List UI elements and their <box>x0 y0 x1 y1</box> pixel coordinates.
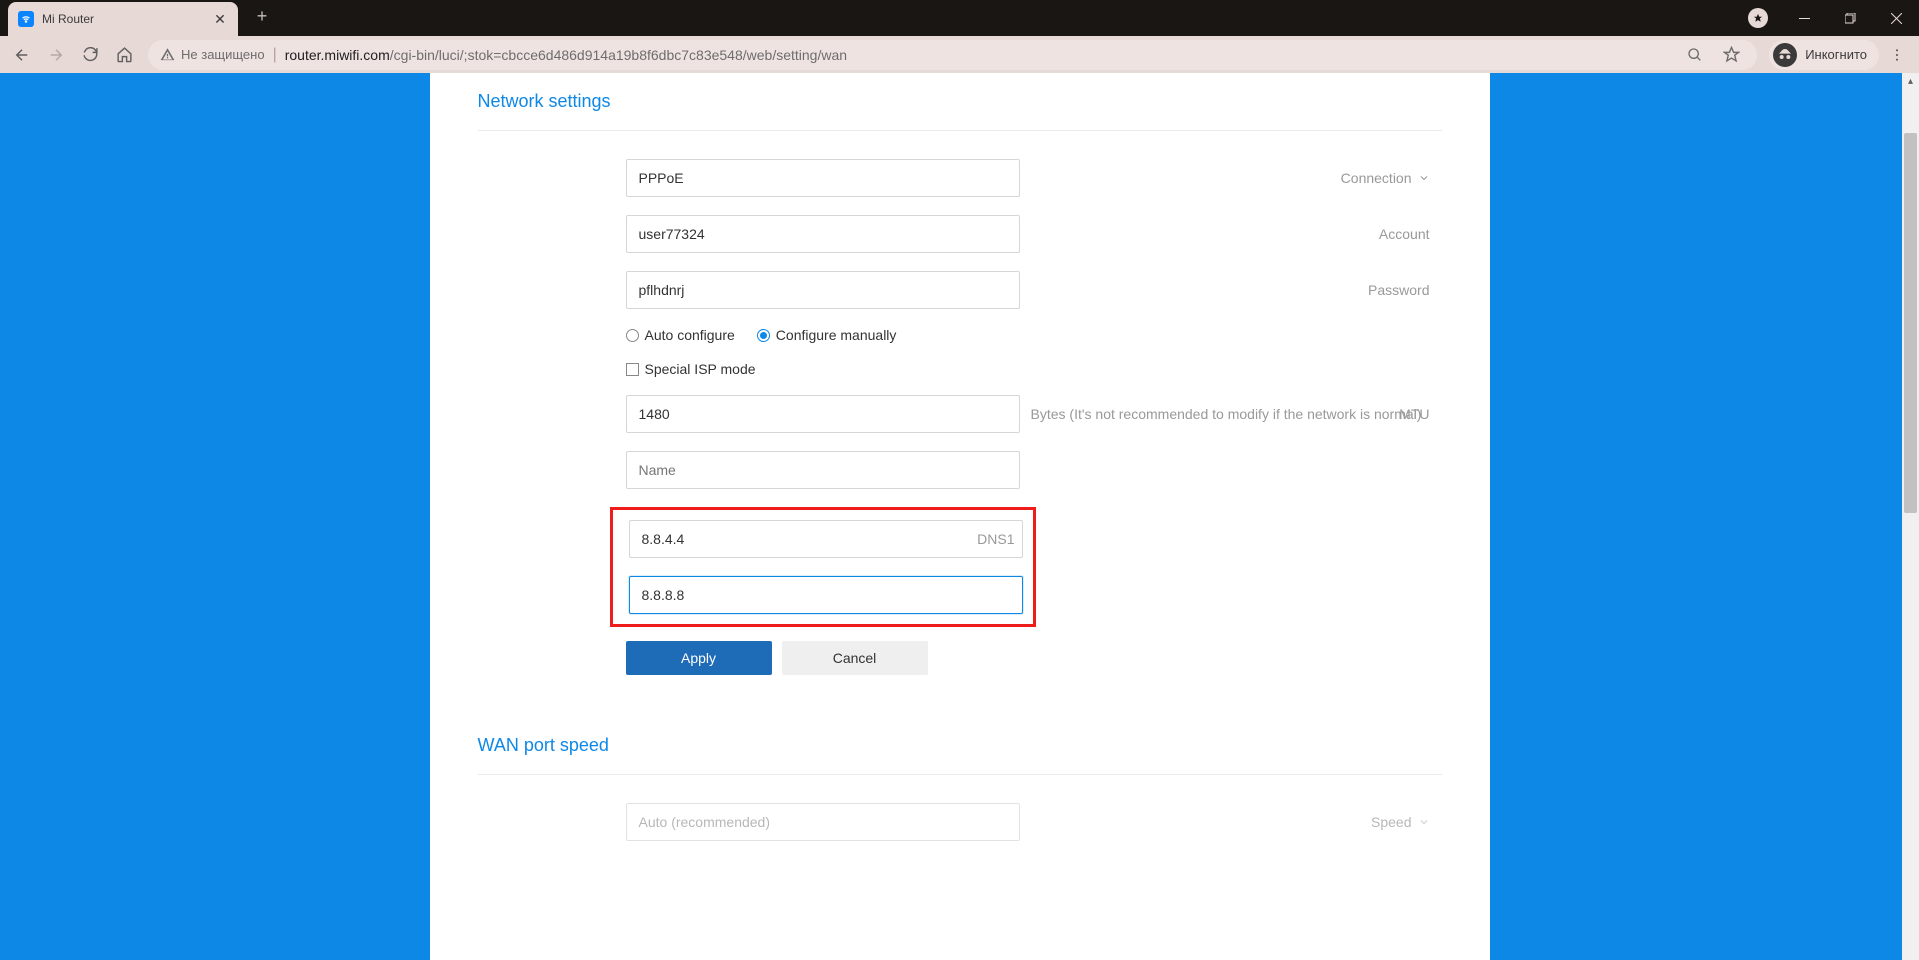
page-content: Network settings PPPoE Connection Accoun… <box>430 73 1490 960</box>
scrollbar-thumb[interactable] <box>1904 133 1917 513</box>
profile-button[interactable]: Инкогнито <box>1769 40 1879 70</box>
scroll-up-icon[interactable]: ▴ <box>1902 73 1919 90</box>
mtu-hint: Bytes (It's not recommended to modify if… <box>1031 395 1422 433</box>
dns-highlight-box: DNS1 <box>610 507 1036 627</box>
zoom-icon[interactable] <box>1681 41 1709 69</box>
browser-tab[interactable]: Mi Router ✕ <box>8 2 238 36</box>
dns2-input[interactable] <box>629 576 1023 614</box>
password-input[interactable] <box>626 271 1020 309</box>
connection-select[interactable]: PPPoE <box>626 159 1020 197</box>
name-input[interactable] <box>626 451 1020 489</box>
close-window-icon[interactable] <box>1873 0 1919 36</box>
section-title-network: Network settings <box>478 91 1442 131</box>
back-button[interactable] <box>6 39 38 71</box>
wan-speed-suffix: Speed <box>1371 803 1429 841</box>
page-viewport: Network settings PPPoE Connection Accoun… <box>0 73 1919 960</box>
mtu-input[interactable] <box>626 395 1020 433</box>
browser-toolbar: Не защищено | router.miwifi.com/cgi-bin/… <box>0 36 1919 73</box>
scrollbar[interactable]: ▴ <box>1902 73 1919 960</box>
new-tab-button[interactable]: + <box>248 2 276 30</box>
wifi-icon <box>18 11 34 27</box>
warning-icon <box>160 47 175 62</box>
radio-icon <box>757 329 770 342</box>
account-suffix: Account <box>1379 215 1430 253</box>
browser-titlebar: Mi Router ✕ + <box>0 0 1919 36</box>
maximize-icon[interactable] <box>1827 0 1873 36</box>
tab-title: Mi Router <box>42 12 212 26</box>
security-warning[interactable]: Не защищено <box>160 47 265 62</box>
checkbox-special-isp[interactable]: Special ISP mode <box>626 361 756 377</box>
apply-button[interactable]: Apply <box>626 641 772 675</box>
incognito-icon <box>1773 43 1797 67</box>
checkbox-icon <box>626 363 639 376</box>
account-input[interactable] <box>626 215 1020 253</box>
radio-auto-configure[interactable]: Auto configure <box>626 327 735 343</box>
account-icon[interactable] <box>1735 0 1781 36</box>
cancel-button[interactable]: Cancel <box>782 641 928 675</box>
address-bar[interactable]: Не защищено | router.miwifi.com/cgi-bin/… <box>148 40 1757 70</box>
password-suffix: Password <box>1368 271 1429 309</box>
section-title-wan-speed: WAN port speed <box>478 735 1442 775</box>
bookmark-icon[interactable] <box>1717 41 1745 69</box>
radio-configure-manually[interactable]: Configure manually <box>757 327 897 343</box>
reload-button[interactable] <box>74 39 106 71</box>
menu-button[interactable] <box>1881 39 1913 71</box>
home-button[interactable] <box>108 39 140 71</box>
dns1-input[interactable] <box>629 520 1023 558</box>
close-icon[interactable]: ✕ <box>212 11 228 27</box>
radio-icon <box>626 329 639 342</box>
chevron-down-icon <box>1418 816 1430 828</box>
minimize-icon[interactable] <box>1781 0 1827 36</box>
connection-suffix: Connection <box>1341 159 1430 197</box>
forward-button[interactable] <box>40 39 72 71</box>
wan-speed-select[interactable]: Auto (recommended) <box>626 803 1020 841</box>
chevron-down-icon <box>1418 172 1430 184</box>
url-text: router.miwifi.com/cgi-bin/luci/;stok=cbc… <box>285 47 1673 63</box>
